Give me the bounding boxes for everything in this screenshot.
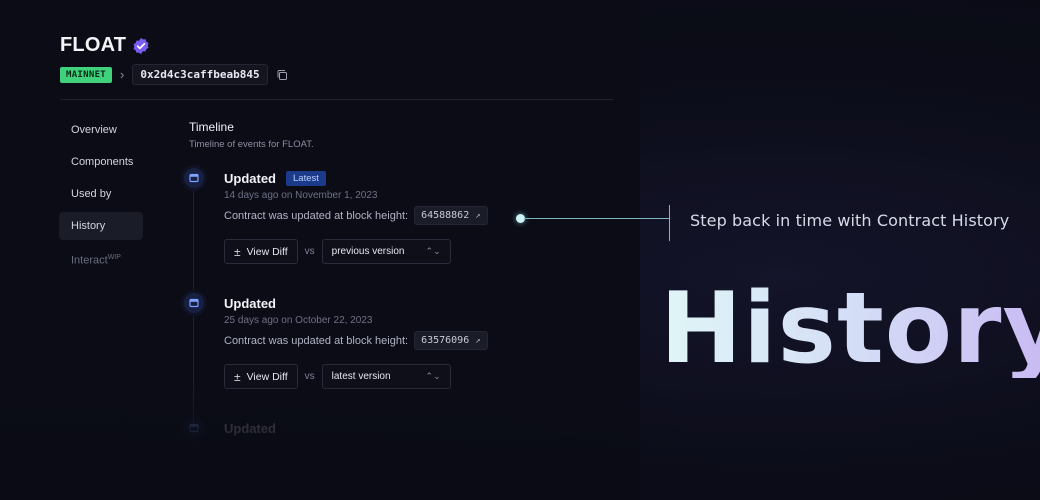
view-diff-button[interactable]: ± View Diff (224, 239, 298, 264)
event-title: Updated (224, 171, 276, 186)
event-update-icon (181, 165, 207, 191)
event-timestamp: 14 days ago on November 1, 2023 (224, 190, 378, 201)
network-badge[interactable]: MAINNET (60, 66, 113, 83)
block-height: 64588862 (421, 210, 470, 221)
sidebar-item-label: Interact (71, 254, 108, 267)
sidebar-item-used-by[interactable]: Used by (59, 180, 143, 208)
sidebar-item-history[interactable]: History (59, 212, 143, 240)
external-link-icon: ↗ (475, 210, 481, 221)
compare-version-select[interactable]: previous version ⌃⌄ (321, 239, 451, 264)
view-diff-label: View Diff (246, 370, 288, 383)
copy-icon[interactable] (276, 69, 288, 81)
sidebar-nav: Overview Components Used by History Inte… (59, 116, 143, 276)
select-caret-icon: ⌃⌄ (425, 371, 441, 381)
view-diff-label: View Diff (246, 245, 288, 258)
timeline-event: Updated (224, 421, 276, 436)
sidebar-item-components[interactable]: Components (59, 148, 143, 176)
compare-version-value: latest version (331, 371, 391, 382)
contract-address: 0x2d4c3caffbeab845 (132, 64, 268, 85)
plus-minus-icon: ± (234, 244, 241, 259)
hero-heading: History (660, 280, 1040, 378)
event-title: Updated (224, 296, 276, 311)
select-caret-icon: ⌃⌄ (425, 246, 441, 256)
event-title: Updated (224, 421, 276, 436)
event-description: Contract was updated at block height: (224, 334, 409, 347)
event-description: Contract was updated at block height: (224, 209, 409, 222)
callout-line (524, 218, 670, 219)
callout-bar (669, 205, 670, 241)
compare-version-select[interactable]: latest version ⌃⌄ (321, 364, 451, 389)
event-timestamp: 25 days ago on October 22, 2023 (224, 315, 373, 326)
external-link-icon: ↗ (475, 335, 481, 346)
address-row: MAINNET › 0x2d4c3caffbeab845 (60, 64, 288, 85)
event-update-icon (181, 415, 207, 441)
verified-badge-icon (133, 37, 149, 54)
vs-label: vs (304, 371, 315, 382)
latest-badge: Latest (286, 171, 326, 186)
plus-minus-icon: ± (234, 369, 241, 384)
sidebar-item-overview[interactable]: Overview (59, 116, 143, 144)
event-update-icon (181, 290, 207, 316)
contract-title: FLOAT (60, 34, 127, 56)
compare-version-value: previous version (331, 246, 405, 257)
sidebar-item-interact[interactable]: InteractWIP (59, 244, 143, 272)
view-diff-button[interactable]: ± View Diff (224, 364, 298, 389)
timeline-event: Updated Latest 14 days ago on November 1… (224, 171, 488, 264)
chevron-right-icon: › (120, 67, 125, 82)
callout-text: Step back in time with Contract History (690, 211, 1010, 230)
timeline-header: Timeline Timeline of events for FLOAT. (189, 120, 314, 150)
timeline-subtitle: Timeline of events for FLOAT. (189, 139, 314, 150)
timeline-event: Updated 25 days ago on October 22, 2023 … (224, 296, 488, 389)
vs-label: vs (304, 246, 315, 257)
header-divider (60, 99, 613, 100)
block-height-link[interactable]: 64588862 ↗ (414, 206, 488, 225)
block-height-link[interactable]: 63576096 ↗ (414, 331, 488, 350)
timeline-title: Timeline (189, 120, 234, 134)
contract-header: FLOAT (60, 34, 150, 57)
wip-superscript: WIP (107, 254, 121, 261)
block-height: 63576096 (421, 335, 470, 346)
